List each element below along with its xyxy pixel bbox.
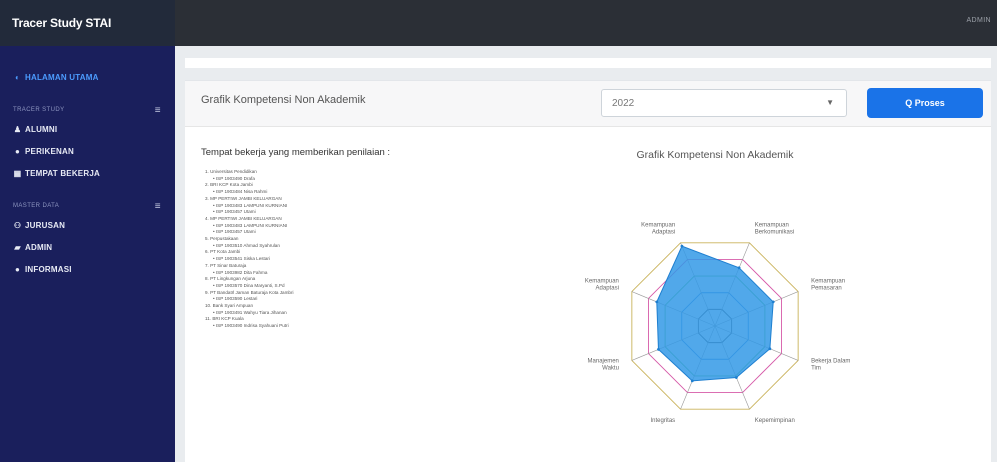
list-subitem: • ISP 1903510 Ahmad Syahrulan xyxy=(213,242,280,248)
list-subitem: • ISP 1903982 Dita Fahma xyxy=(213,269,268,275)
sidebar-item-alumni[interactable]: ♟ ALUMNI xyxy=(0,118,175,140)
sidebar-item-jurusan[interactable]: ⚇ JURUSAN xyxy=(0,214,175,236)
list-subitem: • ISP 1903483 LAMPUNI KURNIANI xyxy=(213,202,288,208)
list-item: 4. MP PERTIWI JAMBI KELUARGAN xyxy=(205,215,282,221)
list-subitem: • ISP 1903491 Wahyu Tiara Jihanan xyxy=(213,309,287,315)
list-item: 3. MP PERTIWI JAMBI KELUARGAN xyxy=(205,195,282,201)
section-heading-label: MASTER DATA xyxy=(13,203,60,209)
list-subitem: • ISP 1903483 LAMPUNI KURNIANI xyxy=(213,222,288,228)
list-item: 6. PT Kota Jambi xyxy=(205,249,241,255)
workplace-list: 1. Universitas Pendidikan • ISP 1903490 D… xyxy=(205,169,380,330)
chart-card: Grafik Kompetensi Non Akademik 2022 ▼ Q … xyxy=(185,80,991,462)
list-item: 10. Bank Syari Ampuan xyxy=(205,303,254,309)
sidebar-item-tempat-bekerja[interactable]: ▦ TEMPAT BEKERJA xyxy=(0,162,175,184)
radar-axis-label: Kemampuan Adaptasi xyxy=(585,279,619,292)
sidebar-item-informasi[interactable]: ● INFORMASI xyxy=(0,258,175,280)
radar-point xyxy=(657,348,660,351)
sidebar-item-label: ADMIN xyxy=(25,242,53,252)
list-subitem: • ISP 1903570 Dina Maryanti, S.Pd xyxy=(213,282,285,288)
radar-axis-label: Bekerja Dalam Tim xyxy=(811,358,850,371)
list-icon: ≡ xyxy=(154,104,161,116)
radar-axis-label: Kepemimpinan xyxy=(755,418,795,424)
sidebar: Tracer Study STAI ◐ HALAMAN UTAMA TRACER… xyxy=(0,0,175,462)
section-heading-label: TRACER STUDY xyxy=(13,107,65,113)
list-subitem: • ISP 1903590 Lestari xyxy=(213,296,258,302)
radar-point xyxy=(771,300,775,304)
sidebar-item-label: INFORMASI xyxy=(25,264,72,274)
tachometer-icon: ◐ xyxy=(14,72,21,82)
topbar: ADMIN xyxy=(175,0,997,46)
info-icon: ● xyxy=(14,264,21,274)
sidebar-item-label: ALUMNI xyxy=(25,124,58,134)
list-icon: ≡ xyxy=(154,200,161,212)
list-item: 11. BRI KCP Kuala xyxy=(205,316,244,322)
radar-point xyxy=(737,266,741,270)
radar-axis-label: Kemampuan Berkomunikasi xyxy=(755,222,794,235)
year-select-value: 2022 xyxy=(612,98,635,109)
list-item: 5. Perpustakaan xyxy=(205,236,239,242)
radar-point xyxy=(655,300,659,304)
user-menu[interactable]: ADMIN xyxy=(966,17,991,24)
users-icon: ⚇ xyxy=(13,220,22,230)
section-heading-master-data[interactable]: MASTER DATA ≡ xyxy=(0,198,175,214)
sidebar-item-halaman-utama[interactable]: ◐ HALAMAN UTAMA xyxy=(0,66,175,88)
list-subitem: • ISP 1903490 Drafa xyxy=(213,175,255,181)
content-strip xyxy=(185,58,991,68)
list-title: Tempat bekerja yang memberikan penilaian… xyxy=(201,147,391,158)
list-subitem: • ISP 1903457 Utami xyxy=(213,209,256,215)
radar-point xyxy=(734,376,738,379)
sidebar-item-label: PERIKENAN xyxy=(25,146,74,156)
year-select[interactable]: 2022 ▼ xyxy=(601,89,847,117)
user-shield-icon: ▰ xyxy=(14,242,21,252)
building-icon: ▦ xyxy=(13,168,22,178)
radar-axis-label: Kemampuan Adaptasi xyxy=(641,222,675,235)
proses-button[interactable]: Q Proses xyxy=(867,88,983,118)
list-subitem: • ISP 1903541 Siska Lestari xyxy=(213,256,270,262)
radar-point xyxy=(768,347,772,351)
radar-point xyxy=(690,379,694,383)
list-subitem: • ISP 1903484 Nisa Rahmi xyxy=(213,189,268,195)
app-title[interactable]: Tracer Study STAI xyxy=(0,0,175,46)
card-title: Grafik Kompetensi Non Akademik xyxy=(201,94,366,106)
circle-icon: ● xyxy=(14,146,21,156)
sidebar-item-admin[interactable]: ▰ ADMIN xyxy=(0,236,175,258)
chevron-down-icon: ▼ xyxy=(826,98,834,107)
radar-svg: Kemampuan Berkomunikasi Kemampuan Pemasaran… xyxy=(585,222,851,424)
radar-axis-label: Integritas xyxy=(651,418,676,424)
sidebar-item-label: TEMPAT BEKERJA xyxy=(25,168,100,178)
radar-point xyxy=(680,244,684,248)
list-subitem: • ISP 1903490 Indrisa Syahuani Putri xyxy=(213,323,289,329)
radar-axis-label: Manajemen Waktu xyxy=(588,358,619,371)
card-header: Grafik Kompetensi Non Akademik 2022 ▼ Q … xyxy=(185,81,991,127)
list-item: 9. PT Bandatrl Jaman Baturaja Kota Jambr… xyxy=(205,289,294,295)
list-item: 1. Universitas Pendidikan xyxy=(205,169,257,174)
sidebar-item-perikenan[interactable]: ● PERIKENAN xyxy=(0,140,175,162)
list-item: 2. BRI KCP Kota Jambi xyxy=(205,182,253,188)
list-item: 8. PT Lingkungan Arjuna xyxy=(205,276,256,282)
list-subitem: • ISP 1903457 Utami xyxy=(213,229,256,235)
radar-axis-label: Kemampuan Pemasaran xyxy=(811,279,845,292)
radar-series-area xyxy=(656,245,774,382)
radar-chart: Grafik Kompetensi Non Akademik Kemampuan… xyxy=(550,136,880,462)
list-item: 7. PT Sinar Baturaja xyxy=(205,262,247,268)
user-icon: ♟ xyxy=(13,124,22,134)
sidebar-item-label: HALAMAN UTAMA xyxy=(25,72,99,82)
sidebar-nav: ◐ HALAMAN UTAMA TRACER STUDY ≡ ♟ ALUMNI … xyxy=(0,46,175,280)
section-heading-tracer-study[interactable]: TRACER STUDY ≡ xyxy=(0,102,175,118)
sidebar-item-label: JURUSAN xyxy=(25,220,66,230)
